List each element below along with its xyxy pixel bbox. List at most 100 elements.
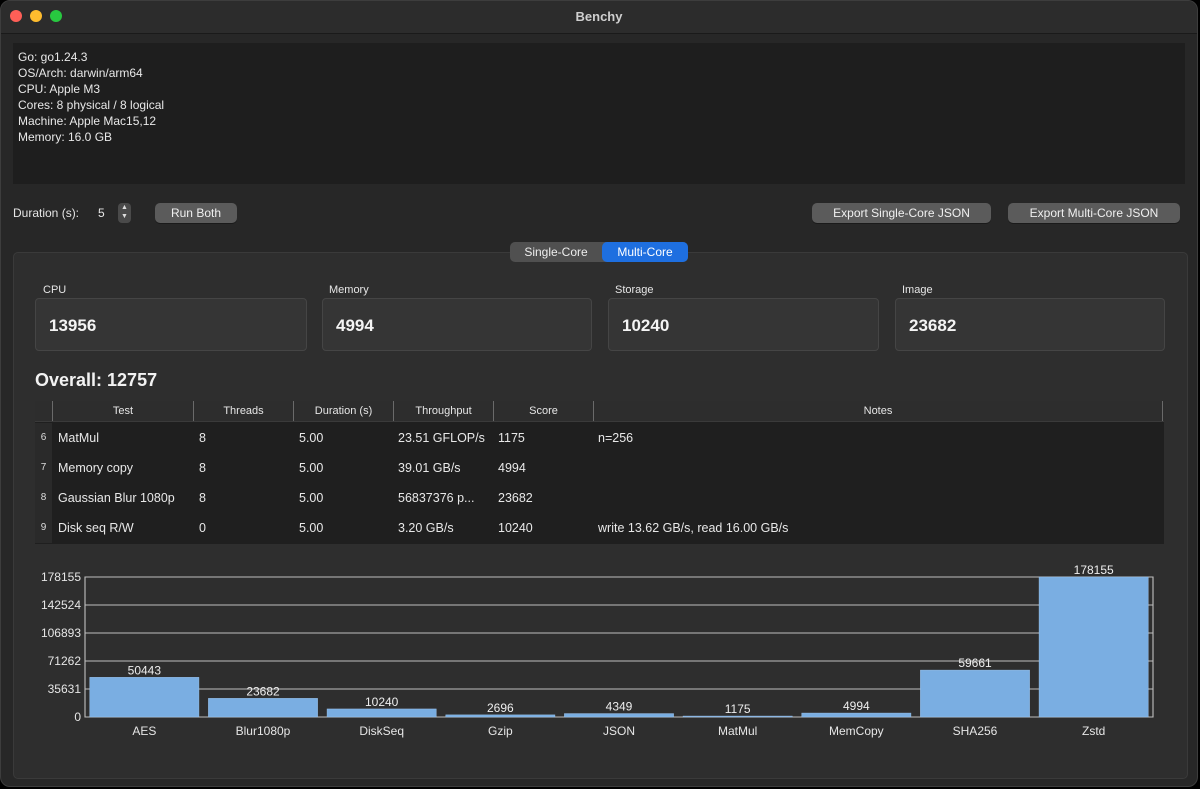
x-tick-label: JSON	[603, 724, 635, 738]
results-table: Test Threads Duration (s) Throughput Sco…	[35, 401, 1164, 544]
overall-score: Overall: 12757	[35, 370, 158, 390]
sysinfo-os-arch: OS/Arch: darwin/arm64	[18, 66, 143, 80]
cell-threads: 0	[199, 521, 206, 535]
bar-data-label: 59661	[958, 656, 992, 670]
y-tick-label: 0	[74, 710, 81, 724]
window-title: Benchy	[575, 9, 623, 24]
image-score-card: 23682	[895, 298, 1165, 351]
cell-test: Gaussian Blur 1080p	[58, 491, 175, 505]
sysinfo-go: Go: go1.24.3	[18, 50, 88, 64]
cpu-score-card: 13956	[35, 298, 307, 351]
core-mode-segmented-control: Single-Core Multi-Core	[510, 242, 688, 262]
column-header-duration[interactable]: Duration (s)	[293, 401, 393, 421]
run-both-button[interactable]: Run Both	[155, 203, 237, 223]
y-tick-label: 142524	[41, 598, 81, 612]
bar	[801, 712, 912, 718]
export-multi-core-json-button[interactable]: Export Multi-Core JSON	[1008, 203, 1180, 223]
bar-data-label: 10240	[365, 695, 399, 709]
table-row[interactable]: 7 Memory copy 8 5.00 39.01 GB/s 4994	[35, 453, 1164, 483]
cell-notes: write 13.62 GB/s, read 16.00 GB/s	[598, 521, 789, 535]
cell-test: MatMul	[58, 431, 99, 445]
bar	[682, 715, 793, 718]
title-bar: Benchy	[1, 1, 1197, 34]
duration-stepper[interactable]: ▲ ▼	[118, 203, 131, 223]
bar-data-label: 2696	[487, 701, 514, 715]
cell-duration: 5.00	[299, 431, 324, 445]
sysinfo-cores: Cores: 8 physical / 8 logical	[18, 98, 165, 112]
export-single-core-json-button[interactable]: Export Single-Core JSON	[812, 203, 991, 223]
bar	[1038, 576, 1149, 718]
storage-score-label: Storage	[615, 284, 654, 296]
cell-threads: 8	[199, 431, 206, 445]
row-number: 7	[35, 453, 52, 483]
column-header-threads[interactable]: Threads	[193, 401, 293, 421]
row-number: 6	[35, 423, 52, 453]
sysinfo-memory: Memory: 16.0 GB	[18, 130, 113, 144]
bar	[920, 669, 1030, 718]
cell-duration: 5.00	[299, 461, 324, 475]
stepper-up-icon[interactable]: ▲	[121, 204, 128, 211]
cell-duration: 5.00	[299, 521, 324, 535]
cell-duration: 5.00	[299, 491, 324, 505]
bar	[326, 708, 437, 718]
column-header-notes[interactable]: Notes	[593, 401, 1163, 421]
bar-data-label: 23682	[246, 684, 280, 698]
bar-data-label: 1175	[725, 702, 751, 716]
table-row[interactable]: 8 Gaussian Blur 1080p 8 5.00 56837376 p.…	[35, 483, 1164, 513]
x-tick-label: DiskSeq	[359, 724, 404, 738]
cell-threads: 8	[199, 461, 206, 475]
column-header-throughput[interactable]: Throughput	[393, 401, 493, 421]
x-tick-label: Blur1080p	[236, 724, 291, 738]
column-header-score[interactable]: Score	[493, 401, 593, 421]
x-tick-label: Zstd	[1082, 724, 1105, 738]
cell-throughput: 3.20 GB/s	[398, 521, 454, 535]
cell-throughput: 56837376 p...	[398, 491, 475, 505]
row-number: 9	[35, 513, 52, 543]
app-window: Benchy Go: go1.24.3 OS/Arch: darwin/arm6…	[0, 0, 1198, 787]
score-bar-chart: 0 35631 71262 106893 142524 178155 50443 AES 236…	[41, 563, 1154, 738]
x-tick-label: MemCopy	[829, 724, 884, 738]
table-row[interactable]: 9 Disk seq R/W 0 5.00 3.20 GB/s 10240 wr…	[35, 513, 1164, 543]
tab-single-core[interactable]: Single-Core	[510, 242, 602, 262]
duration-label: Duration (s):	[13, 206, 80, 220]
bar-data-label: 178155	[1074, 563, 1114, 577]
row-number: 8	[35, 483, 52, 513]
bar	[89, 677, 200, 718]
system-info-panel: Go: go1.24.3 OS/Arch: darwin/arm64 CPU: …	[13, 43, 1185, 184]
x-tick-label: Gzip	[488, 724, 513, 738]
memory-score-card: 4994	[322, 298, 592, 351]
cell-test: Disk seq R/W	[58, 521, 134, 535]
y-tick-label: 106893	[41, 626, 81, 640]
cell-score: 10240	[498, 521, 533, 535]
table-header: Test Threads Duration (s) Throughput Sco…	[35, 401, 1164, 422]
duration-value[interactable]: 5	[98, 206, 105, 220]
sysinfo-machine: Machine: Apple Mac15,12	[18, 114, 157, 128]
y-tick-label: 178155	[41, 570, 81, 584]
image-score-label: Image	[902, 284, 933, 296]
bar-data-label: 4349	[606, 700, 633, 714]
stepper-down-icon[interactable]: ▼	[121, 213, 128, 220]
cell-score: 1175	[498, 431, 525, 445]
cell-score: 23682	[498, 491, 533, 505]
memory-score-label: Memory	[329, 284, 369, 296]
x-tick-label: MatMul	[718, 724, 757, 738]
bar	[564, 713, 674, 718]
cell-throughput: 39.01 GB/s	[398, 461, 461, 475]
cell-notes: n=256	[598, 431, 634, 445]
bar-data-label: 50443	[128, 663, 162, 677]
y-tick-label: 71262	[48, 654, 82, 668]
bar	[445, 714, 556, 718]
y-tick-label: 35631	[48, 682, 82, 696]
storage-score-card: 10240	[608, 298, 879, 351]
bar	[208, 698, 318, 718]
x-tick-label: AES	[132, 724, 156, 738]
column-header-test[interactable]: Test	[52, 401, 193, 421]
tab-multi-core[interactable]: Multi-Core	[602, 242, 688, 262]
cpu-score-label: CPU	[43, 284, 67, 296]
x-tick-label: SHA256	[953, 724, 998, 738]
table-row[interactable]: 6 MatMul 8 5.00 23.51 GFLOP/s 1175 n=256	[35, 423, 1164, 453]
cell-test: Memory copy	[58, 461, 134, 475]
bar-data-label: 4994	[843, 699, 870, 713]
cell-threads: 8	[199, 491, 206, 505]
cell-score: 4994	[498, 461, 526, 475]
